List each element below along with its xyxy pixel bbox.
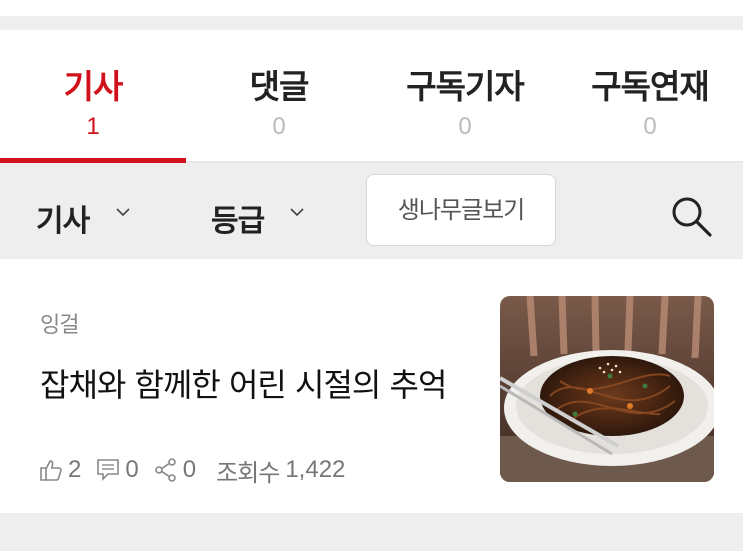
tab-comments[interactable]: 댓글 0 [186, 30, 372, 161]
raw-articles-button[interactable]: 생나무글보기 [366, 174, 556, 246]
type-dropdown-label: 기사 [36, 204, 90, 239]
article-meta: 2 0 0 조회수 1,422 [38, 453, 345, 487]
search-icon[interactable] [668, 193, 714, 239]
tab-count: 0 [272, 113, 286, 140]
chevron-down-icon [290, 208, 304, 217]
share-count: 0 [182, 456, 197, 483]
view-count: 1,422 [285, 456, 346, 483]
article-thumbnail[interactable] [500, 296, 714, 482]
tab-label: 기사 [63, 67, 124, 106]
top-divider [0, 16, 743, 30]
tab-count: 0 [643, 113, 657, 140]
article-category: 잉걸 [40, 313, 79, 338]
bottom-divider [0, 513, 743, 551]
like-count: 2 [68, 456, 82, 483]
tab-bar: 기사 1 댓글 0 구독기자 0 구독연재 0 [0, 30, 743, 163]
comment-count: 0 [125, 456, 139, 483]
tab-subscribed-reporters[interactable]: 구독기자 0 [372, 30, 558, 161]
tab-count: 0 [458, 113, 472, 140]
tab-label: 구독연재 [591, 67, 709, 106]
article-title[interactable]: 잡채와 함께한 어린 시절의 추억 [40, 361, 485, 437]
tab-subscribed-series[interactable]: 구독연재 0 [557, 30, 743, 161]
views-label: 조회수 [216, 458, 280, 487]
tab-label: 댓글 [249, 67, 310, 106]
grade-dropdown[interactable]: 등급 [191, 163, 304, 266]
tab-articles[interactable]: 기사 1 [0, 30, 186, 163]
top-spacer [0, 0, 743, 30]
filter-bar: 기사 등급 생나무글보기 [0, 163, 743, 266]
grade-dropdown-label: 등급 [211, 204, 265, 239]
tab-count: 1 [86, 113, 100, 140]
share-icon[interactable] [153, 457, 179, 483]
comment-icon[interactable] [95, 457, 121, 483]
article-item[interactable]: 잉걸 잡채와 함께한 어린 시절의 추억 2 0 0 조회수 1,422 [0, 259, 743, 513]
thumbs-up-icon[interactable] [38, 457, 64, 483]
chevron-down-icon [116, 208, 130, 217]
tab-label: 구독기자 [406, 67, 524, 106]
type-dropdown[interactable]: 기사 [16, 163, 130, 266]
